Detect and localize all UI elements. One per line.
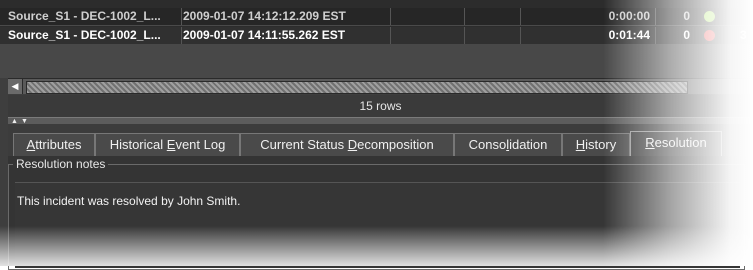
tab-historical-event-log[interactable]: Historical Event Log <box>95 133 240 156</box>
tab-current-status-decomposition[interactable]: Current Status Decomposition <box>240 133 454 156</box>
app-window: Source_S1 - DEC-1002_L... 2009-01-07 14:… <box>0 0 753 270</box>
resolution-panel: Resolution notes This incident was resol… <box>8 156 753 270</box>
scroll-left-arrow-icon[interactable]: ◀ <box>8 79 23 94</box>
horizontal-scrollbar[interactable]: ◀ <box>8 78 753 94</box>
table-row[interactable]: Source_S1 - DEC-1002_L... 2009-01-07 14:… <box>0 8 753 26</box>
column-divider <box>390 8 391 25</box>
tab-consolidation[interactable]: Consolidation <box>454 133 562 156</box>
source-cell: Source_S1 - DEC-1002_L... <box>8 9 161 23</box>
resolution-notes-title: Resolution notes <box>13 157 109 171</box>
column-divider <box>181 27 182 44</box>
column-divider <box>464 27 465 44</box>
status-indicator-icon <box>704 30 715 41</box>
column-divider <box>181 8 182 25</box>
extra-cell <box>740 8 753 25</box>
column-divider <box>464 8 465 25</box>
detail-tabs: Attributes Historical Event Log Current … <box>8 124 753 157</box>
source-cell: Source_S1 - DEC-1002_L... <box>8 28 161 42</box>
duration-cell: 0:00:00 <box>608 9 650 23</box>
scrollbar-thumb[interactable] <box>26 81 688 94</box>
duration-cell: 0:01:44 <box>608 28 650 42</box>
row-count-label: 15 rows <box>8 95 753 117</box>
count-cell: 0 <box>683 28 690 42</box>
time-cell: 2009-01-07 14:12:12.209 EST <box>183 9 346 23</box>
incident-table: Source_S1 - DEC-1002_L... 2009-01-07 14:… <box>0 0 753 45</box>
time-cell: 2009-01-07 14:11:55.262 EST <box>183 28 346 42</box>
tab-attributes[interactable]: Attributes <box>13 133 95 156</box>
resolution-notes-group: Resolution notes This incident was resol… <box>8 157 745 270</box>
column-divider <box>520 27 521 44</box>
tab-history[interactable]: History <box>562 133 630 156</box>
extra-cell: 3 <box>740 28 747 42</box>
count-cell: 0 <box>683 9 690 23</box>
column-divider <box>655 8 656 25</box>
status-indicator-icon <box>704 11 715 22</box>
table-empty-area <box>0 44 753 78</box>
tab-resolution[interactable]: Resolution <box>630 131 722 157</box>
resolution-notes-field[interactable]: This incident was resolved by John Smith… <box>15 182 740 268</box>
column-divider <box>520 8 521 25</box>
column-divider <box>655 27 656 44</box>
column-divider <box>390 27 391 44</box>
table-row[interactable]: Source_S1 - DEC-1002_L... 2009-01-07 14:… <box>0 27 753 45</box>
